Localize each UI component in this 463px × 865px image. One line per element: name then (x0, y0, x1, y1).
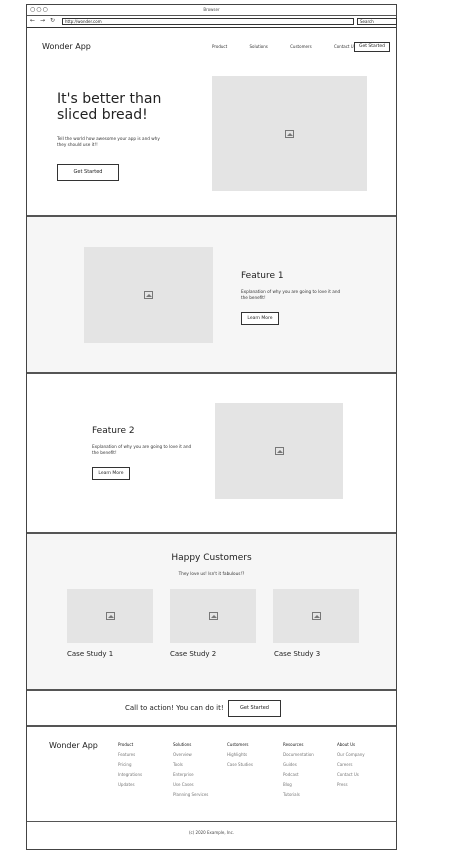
nav-link-solutions[interactable]: Solutions (249, 44, 267, 49)
feature2-text: Explanation of why you are going to love… (92, 444, 192, 455)
footer-link[interactable]: Overview (173, 752, 208, 757)
hero-image (212, 76, 367, 191)
window-title: Browser (203, 7, 220, 12)
footer-link[interactable]: Tutorials (283, 792, 314, 797)
feature1-image (84, 247, 213, 343)
hero-title: It's better than sliced bread! (57, 91, 162, 123)
reload-icon[interactable]: ↻ (50, 18, 55, 24)
footer-logo[interactable]: Wonder App (49, 741, 98, 750)
nav-link-contact[interactable]: Contact Us (334, 44, 356, 49)
footer-link[interactable]: Documentation (283, 752, 314, 757)
footer-link[interactable]: Careers (337, 762, 365, 767)
feature2-image (215, 403, 343, 499)
footer-link[interactable]: Pricing (118, 762, 142, 767)
footer-link[interactable]: Planning Services (173, 792, 208, 797)
footer-divider (27, 821, 396, 822)
footer-link[interactable]: Tools (173, 762, 208, 767)
footer-link[interactable]: Updates (118, 782, 142, 787)
nav-links: Product Solutions Customers Contact Us (212, 44, 377, 49)
footer-heading: About Us (337, 742, 356, 747)
footer-link[interactable]: Case Studies (227, 762, 253, 767)
footer-column-customers: Customers Highlights Case Studies (227, 742, 253, 772)
url-input[interactable]: http://wonder.com (62, 18, 354, 25)
footer-link[interactable]: Press (337, 782, 365, 787)
case-study-2-image (170, 589, 256, 643)
feature1-title: Feature 1 (241, 271, 284, 281)
footer-column-about: About Us Our Company Careers Contact Us … (337, 742, 365, 792)
footer-link[interactable]: Highlights (227, 752, 253, 757)
footer-link[interactable]: Integrations (118, 772, 142, 777)
forward-arrow-icon[interactable]: → (40, 18, 45, 24)
footer-link[interactable]: Blog (283, 782, 314, 787)
footer-link[interactable]: Our Company (337, 752, 365, 757)
footer-link[interactable]: Enterprise (173, 772, 208, 777)
image-placeholder-icon (144, 291, 153, 299)
footer-heading: Resources (283, 742, 304, 747)
browser-window: ○○○ Browser ← → ↻ http://wonder.com Sear… (26, 4, 397, 850)
copyright: (c) 2020 Example, Inc. (188, 830, 235, 835)
footer-column-product: Product Features Pricing Integrations Up… (118, 742, 142, 792)
customers-subtitle: They love us! Isn't it fabulous!? (178, 571, 245, 576)
section-divider (27, 689, 396, 691)
image-placeholder-icon (208, 612, 218, 620)
nav-get-started-button[interactable]: Get Started (354, 42, 390, 52)
feature2-title: Feature 2 (92, 426, 135, 436)
footer-column-solutions: Solutions Overview Tools Enterprise Use … (173, 742, 208, 802)
case-study-2-title[interactable]: Case Study 2 (170, 650, 216, 658)
address-bar-row: ← → ↻ http://wonder.com Search (27, 15, 397, 28)
back-arrow-icon[interactable]: ← (30, 18, 35, 24)
image-placeholder-icon (285, 129, 294, 138)
browser-search-input[interactable]: Search (357, 18, 397, 25)
footer-heading: Customers (227, 742, 249, 747)
footer-heading: Solutions (173, 742, 192, 747)
nav-link-product[interactable]: Product (212, 44, 227, 49)
cta-text: Call to action! You can do it! (125, 704, 224, 712)
top-nav: Wonder App Product Solutions Customers C… (27, 28, 396, 68)
image-placeholder-icon (274, 447, 284, 455)
footer-link[interactable]: Features (118, 752, 142, 757)
feature2-learn-more-button[interactable]: Learn More (92, 467, 130, 480)
case-study-1-title[interactable]: Case Study 1 (67, 650, 113, 658)
section-divider (27, 725, 396, 727)
footer-column-resources: Resources Documentation Guides Podcast B… (283, 742, 314, 802)
hero-get-started-button[interactable]: Get Started (57, 164, 119, 181)
nav-link-customers[interactable]: Customers (290, 44, 312, 49)
case-study-3-image (273, 589, 359, 643)
feature1-text: Explanation of why you are going to love… (241, 289, 341, 300)
site-logo[interactable]: Wonder App (42, 42, 91, 51)
footer-link[interactable]: Contact Us (337, 772, 365, 777)
hero-text: Tell the world how awesome your app is a… (57, 136, 160, 147)
feature1-learn-more-button[interactable]: Learn More (241, 312, 279, 325)
footer-heading: Product (118, 742, 134, 747)
footer-link[interactable]: Podcast (283, 772, 314, 777)
cta-get-started-button[interactable]: Get Started (228, 700, 281, 717)
customers-title: Happy Customers (171, 553, 252, 563)
section-divider (27, 372, 396, 374)
footer-link[interactable]: Use Cases (173, 782, 208, 787)
footer-link[interactable]: Guides (283, 762, 314, 767)
image-placeholder-icon (105, 612, 115, 620)
image-placeholder-icon (311, 612, 321, 620)
case-study-1-image (67, 589, 153, 643)
case-study-3-title[interactable]: Case Study 3 (274, 650, 320, 658)
